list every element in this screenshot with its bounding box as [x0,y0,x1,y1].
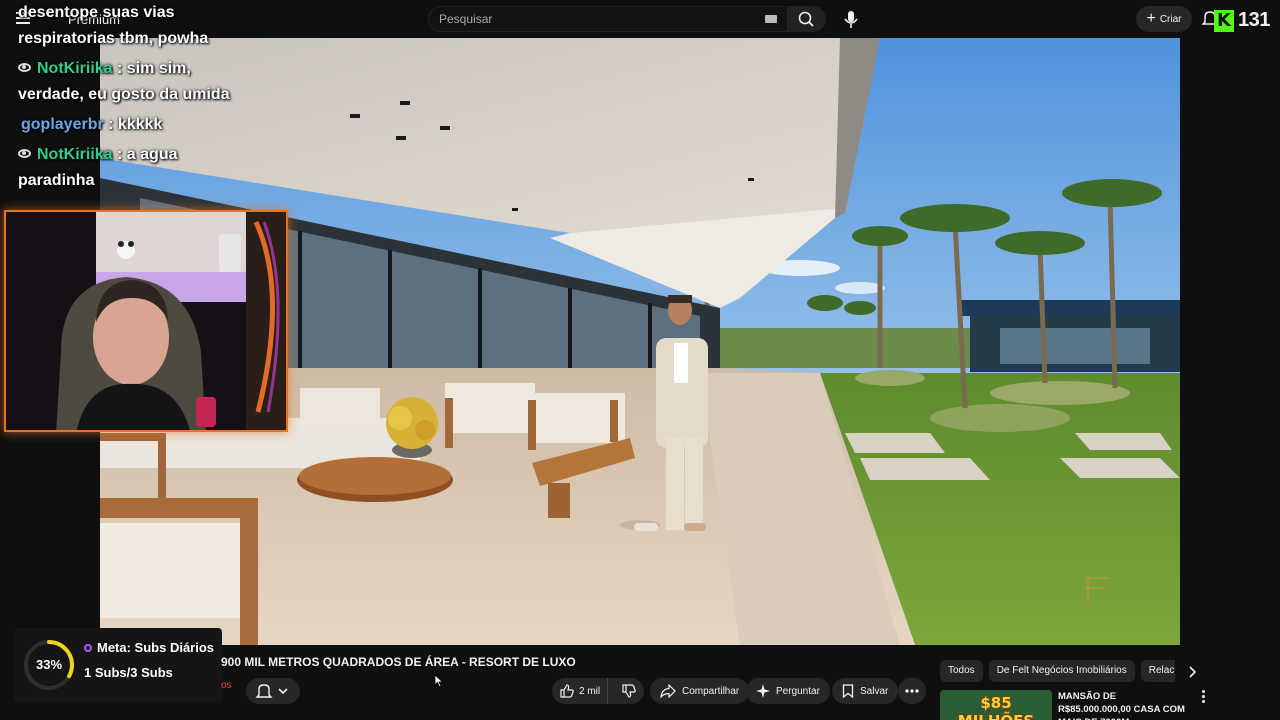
share-button[interactable]: Compartilhar [650,678,750,704]
search-icon [798,11,814,27]
ask-button[interactable]: Perguntar [746,678,830,704]
kick-logo: K [1214,10,1234,32]
chat-message-text: : kkkkk [108,116,163,133]
chevron-right-icon[interactable] [1184,664,1200,680]
recommendation-thumbnail[interactable]: $85 MILHÕES [940,690,1052,720]
like-count: 2 mil [579,685,601,697]
webcam-feed [6,212,286,430]
voice-search-button[interactable] [836,5,866,33]
create-label: Criar [1159,13,1182,25]
eye-icon [18,63,31,72]
share-icon [660,684,676,698]
search-button[interactable] [788,6,826,32]
notification-settings-button[interactable] [246,678,300,704]
like-dislike-group: 2 mil [552,678,644,704]
bell-chevron-icon [255,684,288,698]
thumbs-down-icon [622,684,636,698]
share-label: Compartilhar [682,685,740,697]
search-box [428,6,788,32]
save-label: Salvar [860,685,889,697]
chat-username[interactable]: NotKiriika [37,60,113,77]
chat-overlay: desentope suas vias respiratorias tbm, p… [18,0,248,194]
bookmark-icon [842,684,854,698]
search-input[interactable] [439,10,739,28]
chat-message: NotKiriika : a agua paradinha [18,142,248,194]
recommendation-title[interactable]: MANSÃO DE R$85.000.000,00 CASA COM MAIS … [1058,690,1188,720]
thumbnail-text: $85 MILHÕES [958,694,1034,720]
video-title: 900 MIL METROS QUADRADOS DE ÁREA - RESOR… [221,655,576,669]
chat-username[interactable]: NotKiriika [37,146,113,163]
goal-percent: 33% [35,657,63,672]
chat-message: desentope suas vias respiratorias tbm, p… [18,0,248,52]
streamer-webcam [4,210,288,432]
goal-title: Meta: Subs Diários [84,640,214,655]
plus-icon: + [1146,10,1156,27]
sparkle-icon [756,684,770,698]
chip-related[interactable]: Relacio [1140,660,1175,682]
chip-channel[interactable]: De Felt Negócios Imobiliários [988,660,1135,682]
chat-message: NotKiriika : sim sim, verdade, eu gosto … [18,56,248,108]
chat-username[interactable]: goplayerbr [21,116,104,133]
more-vertical-icon[interactable] [1196,690,1210,706]
subs-goal-widget: 33% Meta: Subs Diários 1 Subs/3 Subs [14,628,222,702]
ask-label: Perguntar [776,685,820,697]
goal-dot-icon [84,644,92,652]
thumbs-up-icon [560,684,574,698]
goal-progress-text: 1 Subs/3 Subs [84,665,173,680]
more-actions-button[interactable] [898,678,926,704]
create-button[interactable]: + Criar [1136,6,1192,32]
stream-screen: Premium + Criar K 131 [0,0,1280,720]
save-button[interactable]: Salvar [832,678,899,704]
mouse-cursor-icon [434,674,444,688]
chat-message-text: desentope suas vias respiratorias tbm, p… [18,4,209,47]
dislike-button[interactable] [614,678,644,704]
microphone-icon [844,11,858,28]
like-button[interactable]: 2 mil [552,678,609,704]
viewer-count: 131 [1238,9,1270,31]
channel-fragment[interactable]: os [221,680,232,691]
keyboard-icon[interactable] [765,15,777,23]
goal-title-text: Meta: Subs Diários [97,640,215,655]
eye-icon [18,149,31,158]
related-filter-chips: TodosDe Felt Negócios ImobiliáriosRelaci… [940,660,1175,684]
more-horizontal-icon [905,689,919,693]
chip-all[interactable]: Todos [940,660,983,682]
chat-message: goplayerbr : kkkkk [18,112,248,138]
